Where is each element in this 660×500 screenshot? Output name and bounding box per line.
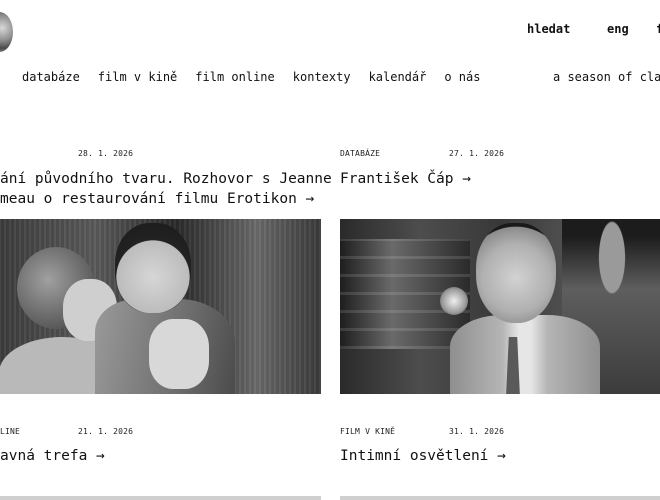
article-image[interactable] [340, 496, 660, 500]
nav-item-contexts[interactable]: kontexty [293, 70, 351, 84]
article-date: 21. 1. 2026 [78, 427, 134, 436]
article-image[interactable] [340, 219, 660, 394]
article-image[interactable] [0, 219, 321, 394]
article-category: DATABÁZE [340, 149, 381, 158]
article-title-line[interactable]: meau o restaurování filmu Erotikon → [0, 189, 314, 209]
logo[interactable] [0, 12, 13, 52]
article-category: FILM V KINĚ [340, 427, 396, 436]
main-nav: databáze film v kině film online kontexty ka… [22, 70, 498, 84]
nav-item-film-online[interactable]: film online [195, 70, 274, 84]
article-date: 28. 1. 2026 [78, 149, 134, 158]
search-link[interactable]: hledat [527, 22, 570, 36]
top-link-extra[interactable]: f [656, 22, 660, 36]
article-date: 31. 1. 2026 [449, 427, 505, 436]
article-title-line[interactable]: Intimní osvětlení → [340, 446, 506, 466]
season-link[interactable]: a season of classic [553, 70, 660, 84]
article-date: 27. 1. 2026 [449, 149, 505, 158]
nav-item-calendar[interactable]: kalendář [369, 70, 427, 84]
article-image[interactable] [0, 496, 321, 500]
language-switch[interactable]: eng [607, 22, 629, 36]
article-title-line[interactable]: František Čáp → [340, 169, 471, 189]
article-category: LINE [0, 427, 21, 436]
article-title-line[interactable]: ání původního tvaru. Rozhovor s Jeanne [0, 169, 332, 189]
article-title-line[interactable]: avná trefa → [0, 446, 105, 466]
nav-item-about[interactable]: o nás [444, 70, 480, 84]
nav-item-database[interactable]: databáze [22, 70, 80, 84]
nav-item-film-in-cinema[interactable]: film v kině [98, 70, 177, 84]
